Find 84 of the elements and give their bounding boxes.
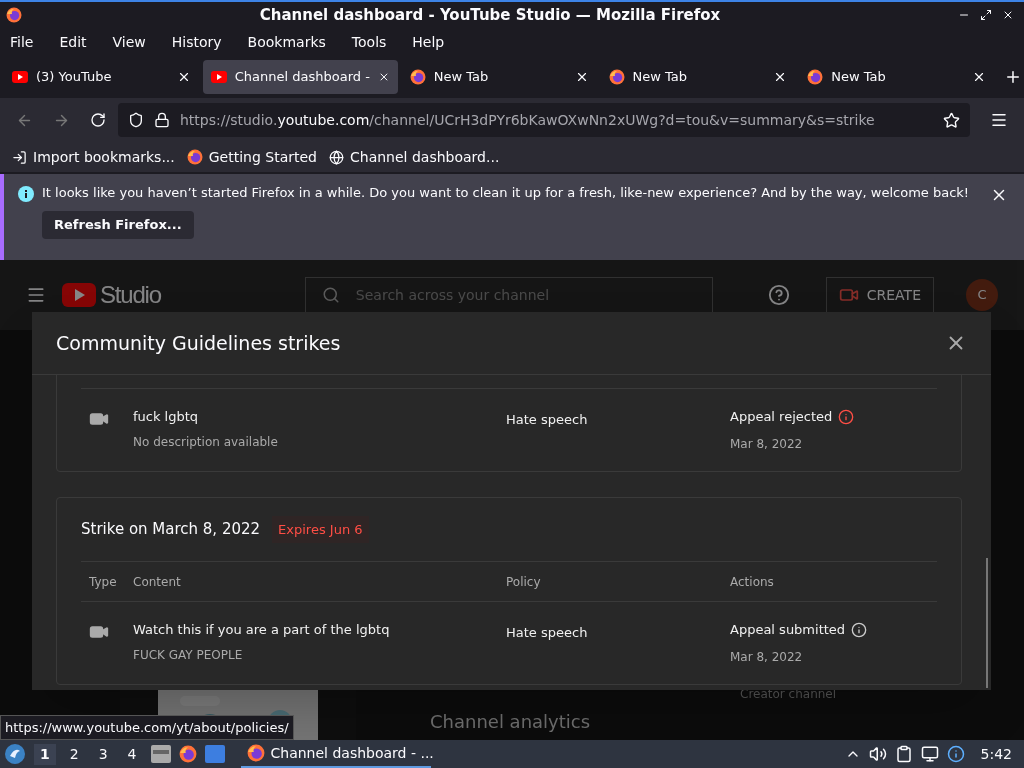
section-title: Channel analytics: [430, 710, 591, 734]
firefox-icon: [608, 69, 625, 85]
workspace-button[interactable]: 4: [121, 743, 143, 765]
clock: 5:42: [979, 744, 1013, 764]
menu-item[interactable]: Bookmarks: [247, 31, 326, 53]
content-title: fuck lgbtq: [133, 408, 200, 426]
notification-message: It looks like you haven’t started Firefox in a while. Do you want to clean it up for a fresh, like-new experience? And by the way, welcome back!: [42, 184, 971, 201]
column-header: Policy: [506, 574, 541, 589]
appeal-status: Appeal submitted: [730, 621, 846, 639]
workspace-button[interactable]: 1: [34, 743, 56, 765]
menu-item[interactable]: Help: [412, 31, 445, 53]
appeal-status: Appeal rejected: [730, 408, 833, 426]
workspace-button[interactable]: 2: [63, 743, 85, 765]
policy-text: Hate speech: [506, 412, 588, 427]
firefox-icon: [178, 745, 197, 763]
bookmark-item[interactable]: Channel dashboard...: [329, 146, 500, 168]
policy-text: Hate speech: [506, 625, 588, 640]
tab-label: New Tab: [831, 68, 887, 87]
network-icon[interactable]: [920, 745, 939, 763]
firefox-icon: [409, 69, 426, 85]
menu-item[interactable]: File: [10, 31, 34, 53]
search-icon: [321, 286, 340, 304]
reload-icon[interactable]: [90, 112, 106, 128]
maximize-icon[interactable]: [980, 9, 992, 21]
browser-tab[interactable]: New Tab: [600, 60, 796, 94]
video-play-icon: [12, 71, 28, 83]
column-header: Type: [89, 574, 117, 589]
browser-tab[interactable]: New Tab: [799, 60, 994, 94]
tab-label: New Tab: [433, 68, 490, 87]
channel-label: Creator channel: [740, 686, 837, 703]
firefox-logo-icon: [6, 7, 22, 23]
refresh-firefox-button[interactable]: Refresh Firefox...: [42, 211, 194, 239]
menu-item[interactable]: Edit: [59, 31, 87, 53]
menu-icon[interactable]: [990, 111, 1008, 129]
column-header: Actions: [730, 574, 774, 589]
browser-tab[interactable]: (3) YouTube: [4, 60, 199, 94]
tab-label: New Tab: [632, 68, 688, 87]
globe-icon: [329, 149, 344, 165]
menu-item[interactable]: View: [112, 31, 146, 53]
strike-date: Mar 8, 2022: [730, 435, 804, 453]
import-icon: [12, 149, 27, 165]
menu-item[interactable]: History: [171, 31, 222, 53]
modal-title: Community Guidelines strikes: [56, 330, 342, 356]
studio-logo-text: Studio: [100, 280, 161, 310]
info-icon[interactable]: [838, 408, 855, 425]
status-link-tooltip: https://www.youtube.com/yt/about/policies/: [0, 714, 294, 740]
browser-tab[interactable]: Channel dashboard -: [202, 60, 398, 94]
bookmark-item[interactable]: Getting Started: [186, 146, 317, 168]
firefox-icon: [246, 744, 265, 762]
column-header: Content: [133, 574, 181, 589]
window-icon[interactable]: [204, 745, 225, 763]
content-title: Watch this if you are a part of the lgbtq: [133, 621, 391, 639]
url-field[interactable]: https://studio.youtube.com/channel/UCrH3dPYr6bKawOXwNn2xUWg?d=tou&v=summary&s=strike: [118, 103, 970, 137]
workspace-button[interactable]: 3: [92, 743, 114, 765]
bookmark-star-icon[interactable]: [943, 111, 960, 129]
close-tab-icon[interactable]: [972, 70, 986, 84]
browser-tab[interactable]: New Tab: [401, 60, 597, 94]
start-menu-icon[interactable]: [4, 743, 26, 765]
volume-icon[interactable]: [868, 745, 887, 763]
notification-icon[interactable]: [946, 745, 965, 763]
studio-logo-icon: [62, 283, 96, 307]
expiry-badge: Expires Jun 6: [272, 515, 369, 543]
firefox-icon: [186, 149, 203, 165]
taskbar-task[interactable]: Channel dashboard - ...: [240, 740, 431, 768]
content-description: No description available: [133, 433, 279, 451]
lock-icon[interactable]: [154, 112, 170, 128]
menu-item[interactable]: Tools: [351, 31, 387, 53]
window-title: Channel dashboard - YouTube Studio — Mozilla Firefox: [258, 4, 722, 26]
url-text: https://studio.youtube.com/channel/UCrH3dPYr6bKawOXwNn2xUWg?d=tou&v=summary&s=strike: [180, 110, 876, 130]
content-description: FUCK GAY PEOPLE: [133, 646, 244, 664]
video-play-icon: [210, 71, 227, 83]
strike-title: Strike on March 8, 2022: [81, 519, 261, 540]
shield-icon[interactable]: [128, 112, 144, 128]
bookmark-item[interactable]: Import bookmarks...: [12, 146, 175, 168]
tab-label: (3) YouTube: [36, 68, 113, 87]
strike-date: Mar 8, 2022: [730, 648, 804, 666]
info-icon: [18, 186, 34, 202]
close-icon[interactable]: [1002, 9, 1014, 21]
new-tab-icon[interactable]: [1004, 68, 1022, 86]
clipboard-icon[interactable]: [894, 745, 913, 763]
firefox-icon: [807, 69, 824, 85]
file-manager-icon[interactable]: [150, 745, 171, 763]
tab-label: Channel dashboard -: [234, 68, 370, 87]
info-icon[interactable]: [851, 621, 868, 638]
